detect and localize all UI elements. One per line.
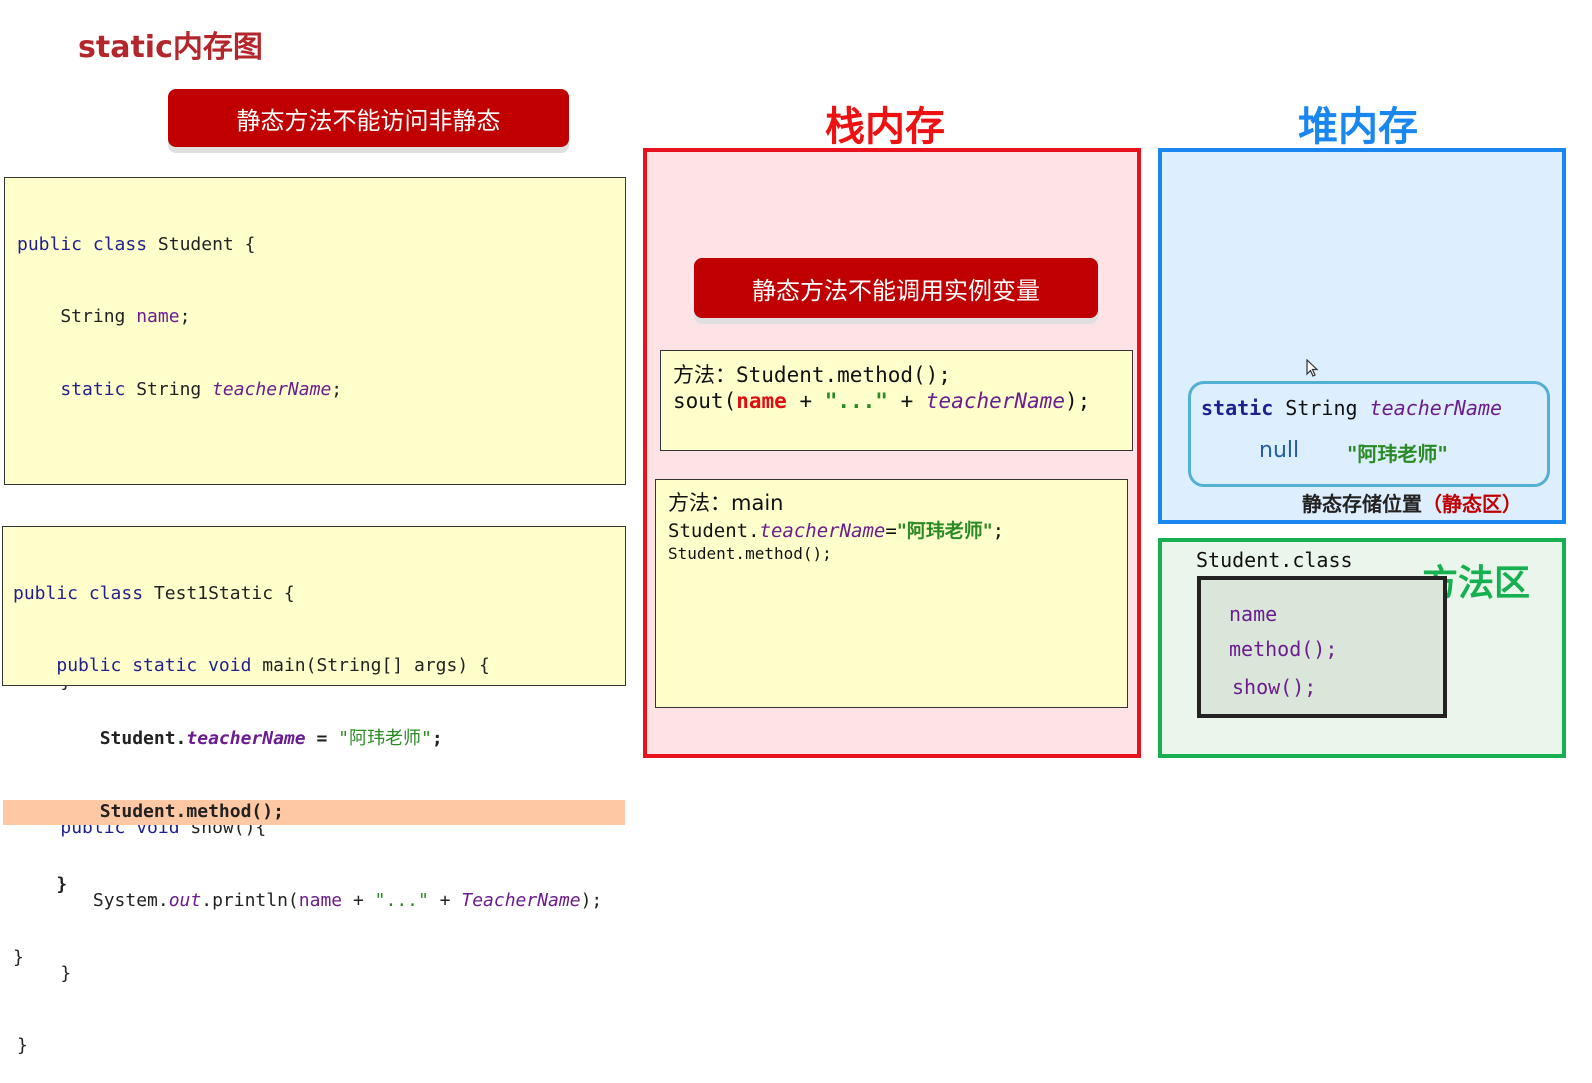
class-member-method: method(); [1229,637,1338,661]
class-member-name: name [1229,602,1278,626]
frame-method-body: sout(name + "..." + teacherName); [673,389,1091,413]
heap-title: 堆内存 [1298,104,1418,150]
code-line: String name; [17,306,191,328]
static-area-label-paren: （静态区） [1422,492,1522,516]
code-line: Student.teacherName = "阿玮老师"; [13,728,443,750]
code-line: } [13,947,24,969]
callout-static-cannot-access-nonstatic: 静态方法不能访问非静态 [168,89,569,147]
static-old-value: null [1259,438,1300,463]
stack-title: 栈内存 [825,104,945,150]
frame-main-line1: Student.teacherName="阿玮老师"; [668,520,1005,542]
class-member-show: show(); [1232,675,1317,699]
code-line: } [13,874,68,896]
frame-main-line2: Student.method(); [668,544,832,563]
frame-method-header: 方法：Student.method(); [673,363,951,387]
static-new-value: "阿玮老师" [1347,442,1448,466]
static-area-label-main: 静态存储位置 [1302,492,1422,516]
slide-title: static内存图 [78,30,263,65]
code-test-class: public class Test1Static { public static… [2,526,626,968]
static-area-box: static String teacherName null "阿玮老师" [1188,381,1550,487]
mouse-cursor-icon [1306,359,1319,377]
callout-static-cannot-call-instance: 静态方法不能调用实例变量 [694,258,1098,318]
code-line-highlighted: Student.method(); [3,800,625,825]
code-line: static String teacherName; [60,379,343,401]
code-student-class: public class Student { String name; stat… [4,177,626,1056]
code-line: public class Test1Static { [13,582,295,604]
static-field-declaration: static String teacherName [1201,396,1503,420]
student-class-box: name method(); show(); [1197,576,1447,718]
class-name-label: Student.class [1196,548,1353,572]
stack-frame-method: 方法：Student.method(); sout(name + "..." +… [660,350,1133,451]
stack-frame-main: 方法：main Student.teacherName="阿玮老师"; Stud… [655,479,1128,708]
code-line: public static void main(String[] args) { [56,655,490,677]
frame-main-header: 方法：main [668,491,784,515]
code-line: public class Student { [17,233,256,255]
static-area-label: 静态存储位置（静态区） [1302,488,1522,517]
code-line: } [17,1035,28,1057]
